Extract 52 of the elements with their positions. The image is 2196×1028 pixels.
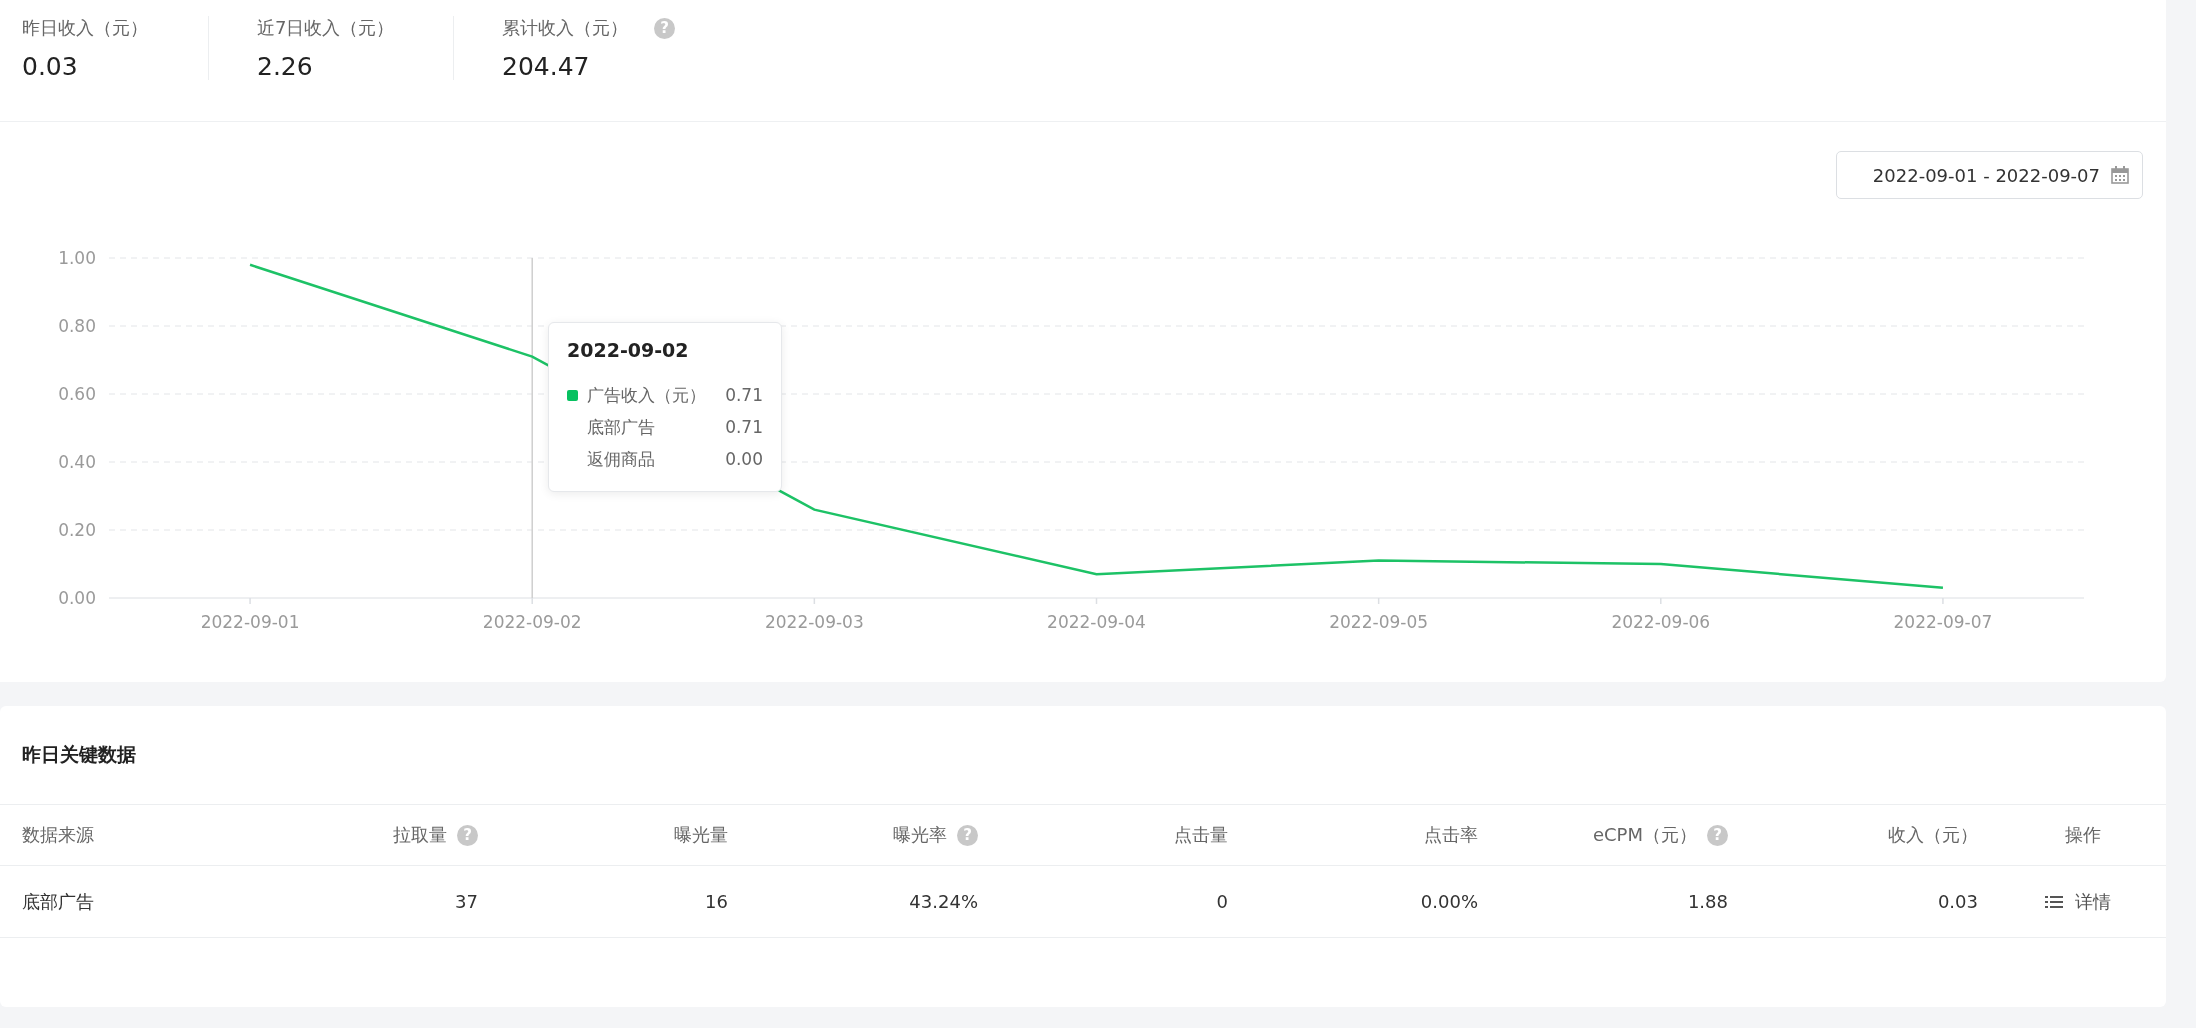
stat-value: 0.03 bbox=[22, 52, 79, 81]
tooltip-label: 底部广告 bbox=[587, 415, 656, 439]
tooltip-label: 返佣商品 bbox=[587, 447, 656, 471]
tooltip-value: 0.00 bbox=[725, 449, 763, 469]
section-title: 昨日关键数据 bbox=[22, 742, 136, 767]
x-axis-label: 2022-09-06 bbox=[1611, 612, 1711, 632]
table-cell: 16 bbox=[705, 891, 728, 912]
help-icon[interactable]: ? bbox=[1707, 824, 1728, 846]
stat-value: 204.47 bbox=[502, 52, 591, 81]
x-axis-label: 2022-09-04 bbox=[1047, 612, 1146, 632]
tooltip-label: 广告收入（元） bbox=[587, 383, 707, 407]
table-cell: 0.00% bbox=[1420, 891, 1478, 912]
table-cell: 0 bbox=[1216, 891, 1228, 912]
date-range-picker[interactable]: 2022-09-01 - 2022-09-07 bbox=[1836, 151, 2143, 199]
y-axis-label: 0.00 bbox=[58, 588, 96, 608]
y-axis-label: 0.80 bbox=[58, 316, 96, 336]
y-axis-label: 0.60 bbox=[58, 384, 96, 404]
column-header: 拉取量 bbox=[393, 823, 447, 847]
calendar-icon bbox=[2110, 165, 2130, 185]
column-header: 曝光率 bbox=[893, 823, 947, 847]
details-link[interactable]: 详情 bbox=[2045, 889, 2111, 914]
y-axis-label: 1.00 bbox=[58, 248, 96, 268]
column-header: 数据来源 bbox=[22, 823, 94, 847]
help-icon[interactable]: ? bbox=[457, 824, 478, 846]
x-axis-label: 2022-09-02 bbox=[482, 612, 582, 632]
x-axis-label: 2022-09-07 bbox=[1893, 612, 1993, 632]
stat-label: 昨日收入（元） bbox=[22, 16, 148, 40]
column-header: 操作 bbox=[2065, 823, 2101, 847]
table-cell: 1.88 bbox=[1687, 891, 1728, 912]
column-header: 曝光量 bbox=[674, 823, 728, 847]
stat-label: 累计收入（元） bbox=[502, 16, 628, 40]
tooltip-value: 0.71 bbox=[725, 417, 763, 437]
tooltip-title: 2022-09-02 bbox=[567, 339, 690, 361]
stat-value: 2.26 bbox=[257, 52, 314, 81]
table-cell: 37 bbox=[455, 891, 478, 912]
x-axis-label: 2022-09-03 bbox=[764, 612, 864, 632]
column-header: eCPM（元） bbox=[1592, 823, 1697, 847]
help-icon[interactable]: ? bbox=[654, 17, 675, 39]
x-axis-label: 2022-09-05 bbox=[1329, 612, 1429, 632]
x-axis-label: 2022-09-01 bbox=[200, 612, 300, 632]
y-axis-label: 0.20 bbox=[58, 520, 96, 540]
tooltip-value: 0.71 bbox=[725, 385, 763, 405]
help-icon[interactable]: ? bbox=[957, 824, 978, 846]
list-icon bbox=[2045, 894, 2063, 909]
table-cell: 底部广告 bbox=[22, 889, 94, 914]
column-header: 收入（元） bbox=[1888, 823, 1978, 847]
column-header: 点击量 bbox=[1174, 823, 1228, 847]
column-header: 点击率 bbox=[1424, 823, 1478, 847]
stat-label: 近7日收入（元） bbox=[257, 16, 395, 40]
y-axis-label: 0.40 bbox=[58, 452, 96, 472]
table-cell: 0.03 bbox=[1937, 891, 1978, 912]
table-cell: 43.24% bbox=[909, 891, 978, 912]
